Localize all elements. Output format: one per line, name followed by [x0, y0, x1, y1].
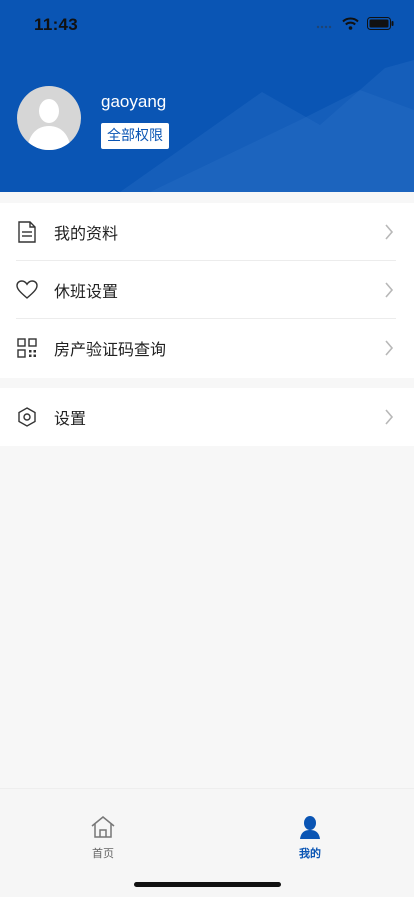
chevron-right-icon — [385, 224, 394, 240]
menu-group-1: 我的资料 休班设置 房产验证码查询 — [0, 203, 414, 378]
status-icons — [316, 17, 394, 30]
menu-label: 休班设置 — [54, 282, 119, 301]
permission-badge: 全部权限 — [101, 123, 169, 149]
menu-item-property-code-query[interactable]: 房产验证码查询 — [0, 319, 414, 377]
user-icon — [300, 816, 320, 839]
tab-bar: 首页 我的 — [0, 788, 414, 897]
signal-icon — [316, 25, 332, 28]
home-icon — [91, 816, 115, 838]
home-indicator — [134, 882, 281, 887]
menu-group-2: 设置 — [0, 388, 414, 446]
settings-hexagon-icon — [16, 406, 38, 428]
user-silhouette-icon — [27, 99, 71, 150]
status-time: 11:43 — [34, 15, 79, 34]
menu-item-my-profile[interactable]: 我的资料 — [0, 203, 414, 261]
menu-label: 房产验证码查询 — [54, 340, 167, 359]
menu-item-settings[interactable]: 设置 — [0, 388, 414, 446]
battery-icon — [367, 17, 394, 30]
tab-home-label: 首页 — [92, 847, 114, 860]
tab-home[interactable]: 首页 — [73, 815, 133, 861]
heart-icon — [16, 279, 38, 301]
status-bar: 11:43 — [0, 0, 414, 52]
profile-header: 11:43 gaoyang 全部权限 — [0, 0, 414, 192]
menu-label: 设置 — [54, 409, 87, 428]
wifi-icon — [342, 17, 359, 30]
chevron-right-icon — [385, 409, 394, 425]
menu-item-shift-settings[interactable]: 休班设置 — [0, 261, 414, 319]
chevron-right-icon — [385, 282, 394, 298]
chevron-right-icon — [385, 340, 394, 356]
qrcode-icon — [16, 337, 38, 359]
tab-mine[interactable]: 我的 — [280, 815, 340, 861]
menu-label: 我的资料 — [54, 224, 119, 243]
avatar[interactable] — [17, 86, 81, 150]
document-icon — [16, 221, 38, 243]
username: gaoyang — [101, 92, 167, 111]
tab-mine-label: 我的 — [299, 847, 321, 860]
